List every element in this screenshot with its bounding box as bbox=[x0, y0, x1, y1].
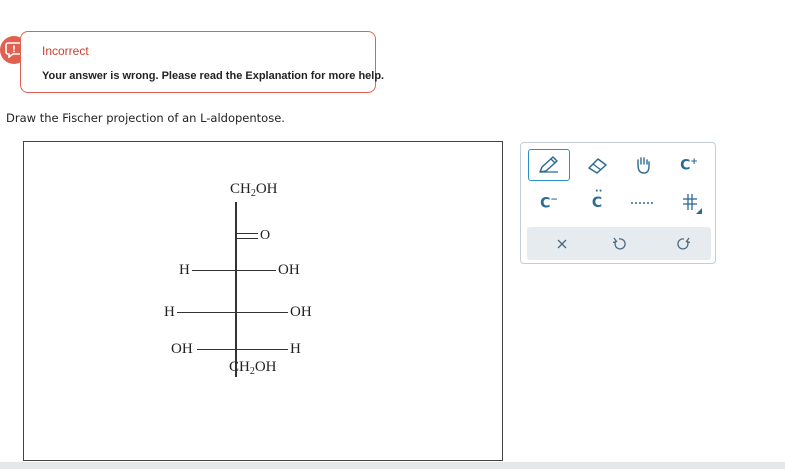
question-prompt: Draw the Fischer projection of an L-aldo… bbox=[6, 111, 285, 125]
row1-left-label[interactable]: H bbox=[179, 263, 190, 278]
top-ch2oh-label[interactable]: CH2OH bbox=[230, 182, 278, 199]
row1-right-label[interactable]: OH bbox=[278, 263, 300, 278]
carbonyl-oxygen-label[interactable]: O bbox=[260, 229, 270, 243]
carbocation-icon: C+ bbox=[680, 156, 698, 174]
bottom-oh-text: OH bbox=[254, 359, 277, 375]
row3-left-label[interactable]: OH bbox=[171, 342, 193, 357]
row3-right-label[interactable]: H bbox=[290, 342, 301, 357]
hand-icon bbox=[637, 157, 650, 174]
fischer-template-tool[interactable] bbox=[671, 187, 711, 219]
row2-right-label[interactable]: OH bbox=[290, 305, 312, 320]
eraser-tool[interactable] bbox=[579, 149, 615, 181]
bottom-ch-text: CH bbox=[229, 359, 250, 375]
feedback-alert: Incorrect Your answer is wrong. Please r… bbox=[20, 31, 384, 93]
drawing-toolbar: C+ C− C ·· bbox=[520, 142, 716, 264]
clear-button[interactable] bbox=[547, 229, 577, 258]
negative-charge-tool[interactable]: C− bbox=[531, 187, 567, 219]
drawing-canvas[interactable]: CH2OH O H OH H OH OH H CH2OH bbox=[23, 141, 503, 461]
fischer-cross-icon bbox=[683, 194, 702, 214]
row1-right-bond bbox=[236, 270, 276, 272]
row1-left-bond bbox=[192, 270, 236, 272]
footer-divider bbox=[0, 462, 785, 469]
row2-left-bond bbox=[177, 312, 236, 314]
row3-left-bond bbox=[197, 349, 236, 351]
row2-left-label[interactable]: H bbox=[164, 305, 175, 320]
feedback-message: Your answer is wrong. Please read the Ex… bbox=[42, 70, 385, 82]
close-icon bbox=[557, 239, 567, 248]
positive-charge-tool[interactable]: C+ bbox=[671, 149, 707, 181]
row2-right-bond bbox=[236, 312, 288, 314]
redo-icon bbox=[677, 237, 691, 250]
carbanion-icon: C− bbox=[540, 194, 558, 212]
redo-button[interactable] bbox=[669, 229, 699, 258]
pencil-icon bbox=[539, 156, 558, 173]
radical-tool[interactable]: C ·· bbox=[579, 186, 615, 219]
pencil-tool[interactable] bbox=[528, 149, 570, 181]
lone-pair-icon: C ·· bbox=[591, 186, 603, 211]
top-oh-text: OH bbox=[255, 181, 278, 197]
feedback-title: Incorrect bbox=[42, 44, 89, 58]
toolbar-action-bar bbox=[527, 227, 711, 260]
dotted-bond-icon bbox=[631, 202, 655, 204]
dotted-bond-tool[interactable] bbox=[625, 187, 661, 219]
undo-button[interactable] bbox=[604, 229, 634, 258]
top-ch-text: CH bbox=[230, 181, 251, 197]
carbonyl-double-bond-1 bbox=[236, 233, 258, 235]
hand-tool[interactable] bbox=[625, 149, 661, 181]
eraser-icon bbox=[588, 158, 607, 174]
backbone-bond bbox=[235, 202, 237, 377]
carbonyl-double-bond-2 bbox=[236, 238, 258, 240]
undo-icon bbox=[612, 237, 626, 250]
bottom-ch2oh-label[interactable]: CH2OH bbox=[229, 360, 277, 377]
row3-right-bond bbox=[236, 349, 288, 351]
